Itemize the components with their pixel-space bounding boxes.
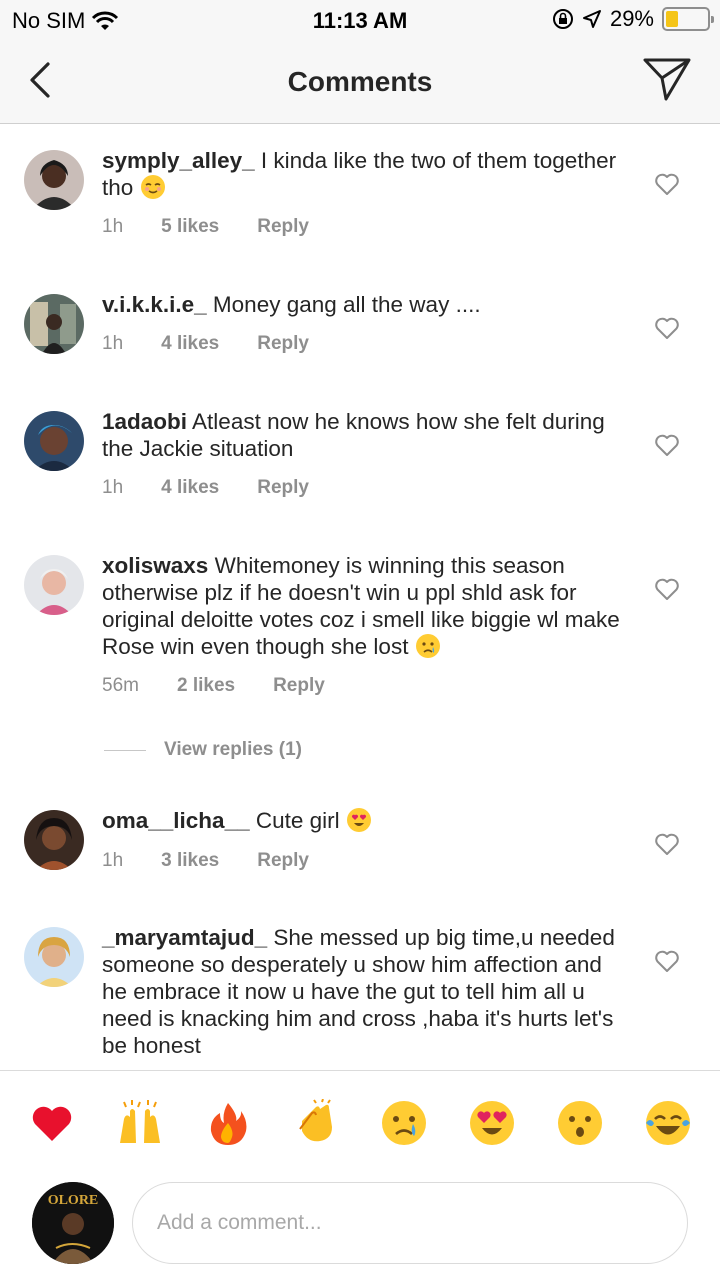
raising-hands-icon[interactable]: [116, 1099, 164, 1147]
crying-face-icon: [415, 634, 440, 658]
orientation-lock-icon: [552, 9, 573, 29]
comment-text: Cute girl: [255, 808, 340, 833]
tears-of-joy-face-icon[interactable]: [644, 1099, 692, 1147]
reply-button[interactable]: Reply: [257, 477, 309, 499]
comment-time: 1h: [102, 477, 124, 498]
comment-text: Money gang all the way ....: [212, 292, 481, 317]
red-heart-icon[interactable]: [28, 1099, 76, 1147]
comment-meta: 1h 4 likes Reply: [102, 333, 347, 355]
like-heart-icon[interactable]: [654, 577, 680, 601]
status-bar: No SIM 11:13 AM 29%: [0, 0, 720, 40]
comment-username[interactable]: v.i.k.k.i.e_: [102, 292, 207, 317]
comment-body: _maryamtajud_ She messed up big time,u n…: [102, 924, 622, 1059]
crying-face-icon[interactable]: [380, 1099, 428, 1147]
comment-time: 1h: [102, 216, 124, 237]
comment-meta: 56m 2 likes Reply: [102, 675, 363, 697]
like-heart-icon[interactable]: [654, 949, 680, 973]
comment-body: oma__licha__ Cute girl: [102, 807, 622, 834]
avatar[interactable]: [24, 927, 84, 987]
like-heart-icon[interactable]: [654, 832, 680, 856]
battery-percent: 29%: [609, 6, 654, 31]
my-avatar[interactable]: OLORE: [32, 1182, 114, 1264]
reply-button[interactable]: Reply: [273, 675, 325, 697]
comment-time: 56m: [102, 675, 139, 696]
comment-meta: 1h 3 likes Reply: [102, 850, 347, 872]
reply-button[interactable]: Reply: [257, 850, 309, 872]
clapping-hands-icon[interactable]: [292, 1099, 340, 1147]
divider-line: [104, 749, 146, 751]
comment-likes[interactable]: 5 likes: [161, 216, 219, 238]
comment-time: 1h: [102, 333, 124, 354]
comment-body: 1adaobi Atleast now he knows how she fel…: [102, 408, 622, 462]
view-replies-button[interactable]: View replies (1): [104, 739, 302, 761]
avatar[interactable]: [24, 555, 84, 615]
comment-username[interactable]: oma__licha__: [102, 808, 250, 833]
location-arrow-icon: [582, 10, 601, 28]
like-heart-icon[interactable]: [654, 433, 680, 457]
comment-username[interactable]: _maryamtajud_: [102, 925, 267, 950]
like-heart-icon[interactable]: [654, 172, 680, 196]
comment-likes[interactable]: 2 likes: [177, 675, 235, 697]
comment-body: xoliswaxs Whitemoney is winning this sea…: [102, 552, 622, 660]
comment-meta: 1h 5 likes Reply: [102, 216, 347, 238]
avatar-text: OLORE: [48, 1193, 99, 1208]
header: Comments: [0, 40, 720, 124]
comment-body: v.i.k.k.i.e_ Money gang all the way ....: [102, 291, 622, 318]
avatar[interactable]: [24, 150, 84, 210]
comment-username[interactable]: xoliswaxs: [102, 553, 208, 578]
view-replies-label[interactable]: View replies (1): [164, 739, 302, 761]
battery-icon: [662, 7, 714, 31]
comment-meta: 1h 4 likes Reply: [102, 477, 347, 499]
avatar[interactable]: [24, 411, 84, 471]
heart-eyes-face-icon[interactable]: [468, 1099, 516, 1147]
comment-username[interactable]: 1adaobi: [102, 409, 187, 434]
comment-body: symply_alley_ I kinda like the two of th…: [102, 147, 622, 201]
comment-input[interactable]: [132, 1182, 688, 1264]
reply-button[interactable]: Reply: [257, 333, 309, 355]
status-right: 29%: [552, 6, 714, 32]
fire-icon[interactable]: [204, 1099, 252, 1147]
like-heart-icon[interactable]: [654, 316, 680, 340]
send-paper-plane-icon[interactable]: [642, 56, 692, 102]
heart-eyes-face-icon: [346, 808, 371, 832]
comment-likes[interactable]: 4 likes: [161, 477, 219, 499]
reply-button[interactable]: Reply: [257, 216, 309, 238]
avatar[interactable]: [24, 810, 84, 870]
comments-list[interactable]: symply_alley_ I kinda like the two of th…: [0, 125, 720, 1070]
comment-time: 1h: [102, 850, 124, 871]
comment-username[interactable]: symply_alley_: [102, 148, 255, 173]
avatar[interactable]: [24, 294, 84, 354]
quick-reactions-bar: [0, 1070, 720, 1178]
astonished-face-icon[interactable]: [556, 1099, 604, 1147]
comment-likes[interactable]: 3 likes: [161, 850, 219, 872]
comment-likes[interactable]: 4 likes: [161, 333, 219, 355]
page-title: Comments: [287, 66, 433, 97]
comment-composer: OLORE: [0, 1178, 720, 1280]
relieved-face-icon: [140, 175, 165, 199]
